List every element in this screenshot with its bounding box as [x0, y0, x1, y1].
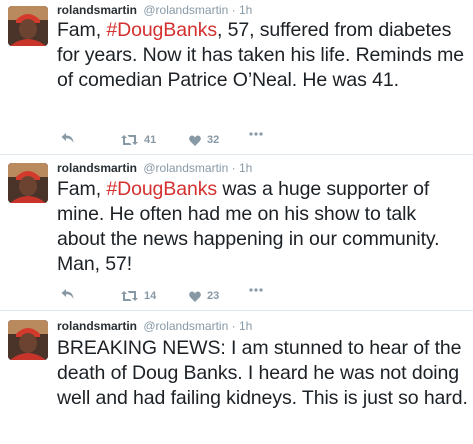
like-button[interactable]: 23	[189, 288, 219, 304]
tweet-text: Fam, #DougBanks was a huge supporter of …	[57, 177, 469, 277]
retweet-button[interactable]: 14	[121, 288, 156, 304]
user-handle[interactable]: @rolandsmartin	[143, 319, 228, 333]
more-icon	[249, 132, 263, 136]
avatar[interactable]	[8, 320, 48, 360]
separator: ·	[231, 161, 236, 175]
reply-button[interactable]	[61, 288, 74, 300]
retweet-count: 14	[144, 290, 157, 302]
tweet-text: Fam, #DougBanks, 57, suffered from diabe…	[57, 18, 469, 93]
tweet-text-segment: Fam,	[57, 19, 107, 41]
tweet-header: rolandsmartin @rolandsmartin · 1h	[57, 319, 252, 333]
separator: ·	[231, 3, 236, 17]
user-handle[interactable]: @rolandsmartin	[143, 3, 228, 17]
user-handle[interactable]: @rolandsmartin	[143, 161, 228, 175]
tweet-header: rolandsmartin @rolandsmartin · 1h	[57, 3, 252, 17]
hashtag-link[interactable]: #DougBanks	[106, 178, 217, 200]
timestamp[interactable]: 1h	[239, 319, 252, 333]
tweet-header: rolandsmartin @rolandsmartin · 1h	[57, 161, 252, 175]
reply-icon	[61, 133, 74, 143]
tweet[interactable]: rolandsmartin @rolandsmartin · 1h Fam, #…	[0, 155, 473, 311]
timestamp[interactable]: 1h	[239, 161, 252, 175]
display-name[interactable]: rolandsmartin	[57, 161, 137, 175]
hashtag-link[interactable]: #DougBanks	[106, 19, 217, 41]
reply-button[interactable]	[61, 132, 74, 144]
like-count: 23	[207, 290, 220, 302]
more-button[interactable]	[249, 288, 263, 292]
more-button[interactable]	[249, 132, 263, 136]
heart-icon	[189, 135, 201, 146]
timestamp[interactable]: 1h	[239, 3, 252, 17]
avatar[interactable]	[8, 163, 48, 203]
tweet-text-segment: Fam,	[57, 178, 107, 200]
tweet[interactable]: rolandsmartin @rolandsmartin · 1h Fam, #…	[0, 0, 473, 155]
tweet-text: BREAKING NEWS: I am stunned to hear of t…	[57, 337, 468, 409]
heart-icon	[189, 291, 201, 302]
retweet-count: 41	[144, 134, 157, 146]
reply-icon	[61, 289, 74, 299]
display-name[interactable]: rolandsmartin	[57, 3, 137, 17]
like-count: 32	[207, 134, 220, 146]
display-name[interactable]: rolandsmartin	[57, 319, 137, 333]
avatar[interactable]	[8, 6, 48, 46]
retweet-icon	[121, 291, 138, 301]
tweet[interactable]: rolandsmartin @rolandsmartin · 1h BREAKI…	[0, 311, 473, 444]
like-button[interactable]: 32	[189, 132, 219, 148]
retweet-button[interactable]: 41	[121, 132, 156, 148]
more-icon	[249, 288, 263, 292]
separator: ·	[231, 319, 236, 333]
retweet-icon	[121, 135, 138, 145]
